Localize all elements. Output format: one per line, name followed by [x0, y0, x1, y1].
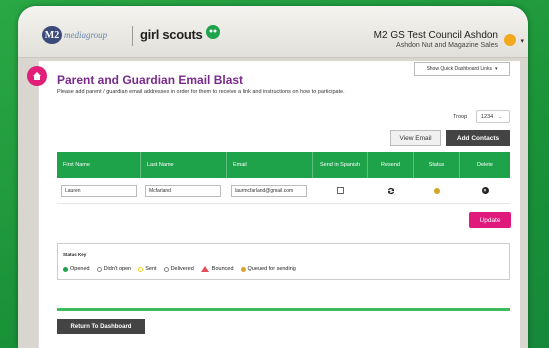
main-panel: [38, 61, 520, 348]
chevron-down-icon: ▾: [495, 66, 498, 72]
status-bounced: Bounced: [200, 266, 234, 272]
status-delivered: Delivered: [163, 266, 194, 272]
status-queued: Queued for sending: [240, 266, 296, 272]
sent-dot-icon: [138, 266, 144, 272]
troop-value: 1234: [481, 113, 494, 120]
didnt-open-dot-icon: [96, 266, 102, 272]
chevron-down-icon[interactable]: ▾: [520, 37, 524, 45]
bounced-triangle-icon: [200, 266, 209, 272]
email-input[interactable]: laurmcfarland@gmail.com: [231, 184, 307, 197]
status-key-title: Status Key: [63, 252, 87, 257]
status-key-items: Opened Didn't open Sent Delivered Bounce…: [63, 266, 303, 272]
table-header: First Name Last Name Email Send in Spani…: [57, 152, 510, 178]
council-name: M2 GS Test Council Ashdon: [373, 30, 498, 41]
council-sub: Ashdon Nut and Magazine Sales: [396, 42, 498, 49]
trefoil-icon: [206, 25, 220, 39]
header-resend: Resend: [368, 152, 414, 178]
send-spanish-checkbox[interactable]: [337, 187, 344, 194]
status-dot-icon: [434, 187, 440, 194]
user-menu-icon[interactable]: [504, 34, 516, 46]
header-delete: Delete: [477, 162, 493, 168]
app-header: M2 mediagroup girl scouts M2 GS Test Cou…: [18, 6, 528, 58]
m2-logo: M2: [42, 26, 62, 44]
status-sent: Sent: [138, 266, 157, 272]
status-didnt-open: Didn't open: [96, 266, 131, 272]
section-divider: [57, 308, 510, 311]
quick-links-dropdown[interactable]: Show Quick Dashboard Links ▾: [414, 62, 510, 76]
header-email: Email: [227, 152, 313, 178]
delete-icon[interactable]: ×: [481, 187, 489, 194]
chevron-down-icon: ⌄: [498, 113, 503, 120]
home-icon[interactable]: [27, 66, 47, 86]
status-key: Status Key Opened Didn't open Sent Deliv…: [57, 243, 510, 280]
council-info: M2 GS Test Council Ashdon Ashdon Nut and…: [374, 30, 498, 49]
first-name-input[interactable]: Lauren: [61, 184, 137, 197]
troop-select[interactable]: 1234 ⌄: [476, 110, 510, 123]
table-row: Lauren Mcfarland laurmcfarland@gmail.com…: [57, 178, 510, 204]
logo-divider: [132, 26, 133, 46]
return-to-dashboard-button[interactable]: Return To Dashboard: [57, 319, 145, 334]
page-subtitle: Please add parent / guardian email addre…: [57, 89, 345, 95]
quick-links-label: Show Quick Dashboard Links: [426, 66, 493, 72]
header-first-name: First Name: [57, 152, 141, 178]
header-send-spanish: Send in Spanish: [313, 152, 368, 178]
opened-dot-icon: [63, 266, 68, 272]
last-name-input[interactable]: Mcfarland: [145, 184, 221, 197]
update-button[interactable]: Update: [469, 212, 511, 228]
add-contacts-button[interactable]: Add Contacts: [446, 130, 510, 146]
header-status: Status: [414, 152, 460, 178]
header-last-name: Last Name: [141, 152, 227, 178]
queued-dot-icon: [240, 266, 246, 272]
resend-icon[interactable]: [387, 187, 395, 195]
status-opened: Opened: [63, 266, 90, 272]
troop-label: Troop: [453, 114, 468, 120]
girlscouts-logo-text: girl scouts: [140, 27, 203, 42]
page-title: Parent and Guardian Email Blast: [57, 73, 244, 87]
mediagroup-logo-text: mediagroup: [64, 30, 108, 40]
contacts-table: First Name Last Name Email Send in Spani…: [57, 152, 510, 204]
view-email-button[interactable]: View Email: [390, 130, 441, 146]
delivered-dot-icon: [163, 266, 169, 272]
